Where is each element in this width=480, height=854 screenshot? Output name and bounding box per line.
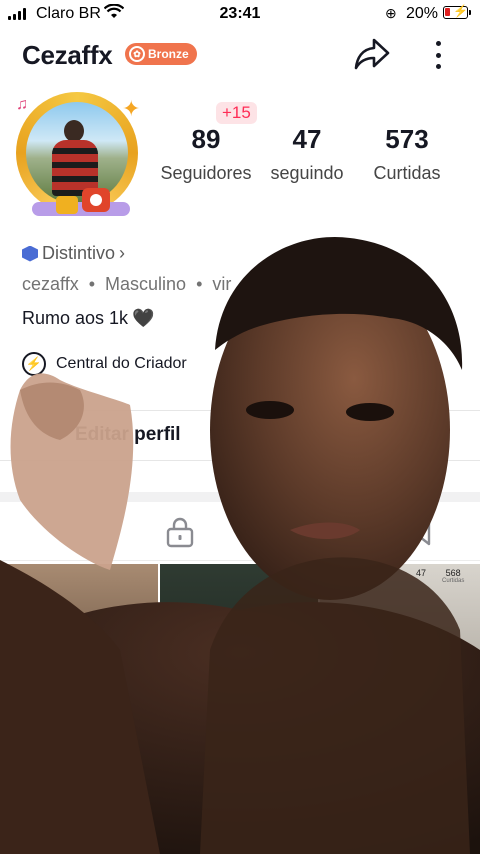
- drafts-tile[interactable]: Rasc 1: [0, 564, 158, 714]
- likes-stat[interactable]: 573 Curtidas: [352, 124, 462, 184]
- private-videos-tab-lock-icon[interactable]: [164, 516, 196, 548]
- bio-text: Rumo aos 1k: [22, 308, 129, 328]
- bio-emoji: 🖤: [132, 308, 155, 328]
- more-options-icon[interactable]: [424, 38, 452, 72]
- profile-meta: cezaffx • Masculino • vir: [22, 274, 232, 294]
- tab-bar-border: [0, 560, 480, 561]
- creator-center-label: Central do Criador: [56, 355, 187, 372]
- saved-tab-bookmark-icon[interactable]: [408, 518, 432, 546]
- lightning-icon: ⚡: [22, 352, 46, 376]
- badge-label: Bronze: [148, 47, 189, 61]
- avatar[interactable]: ♫ ✦: [12, 90, 152, 220]
- following-label: seguindo: [270, 163, 344, 183]
- profile-gender: Masculino: [105, 274, 187, 294]
- video-tile[interactable]: [160, 564, 318, 714]
- followers-stat[interactable]: 89 Seguidores: [151, 124, 261, 184]
- gift-icon: [56, 196, 78, 214]
- drafts-icon: [62, 633, 96, 665]
- battery-percent: 20%: [406, 5, 439, 22]
- music-note-icon: ♫: [16, 96, 28, 113]
- followers-label: Seguidores: [160, 163, 252, 183]
- video-tile[interactable]: 47 568 Curtidas: [320, 564, 480, 714]
- divider: [58, 410, 480, 411]
- star-icon: ✦: [122, 96, 141, 121]
- likes-count: 573: [385, 124, 429, 154]
- video-thumbnail-stats: 47 568 Curtidas: [416, 568, 464, 584]
- level-badge[interactable]: ✿ Bronze: [125, 43, 197, 65]
- chevron-right-icon: ›: [119, 243, 126, 263]
- badge-link-label: Distintivo: [42, 243, 116, 263]
- profile-username: Cezaffx: [22, 40, 113, 70]
- following-count: 47: [292, 124, 322, 154]
- profile-bio: Rumo aos 1k 🖤: [22, 308, 154, 329]
- status-bar: Claro BR 23:41 ⊕ 20% ⚡: [0, 0, 480, 28]
- profile-extra: vir: [212, 274, 232, 294]
- creator-center-link[interactable]: ⚡ Central do Criador: [22, 352, 187, 376]
- section-separator: [0, 492, 480, 502]
- edit-profile-button[interactable]: Editar perfil: [75, 424, 181, 446]
- followers-count: 89: [191, 124, 221, 154]
- mini-stat-label: Curtidas: [442, 578, 465, 584]
- new-followers-badge: +15: [216, 102, 257, 124]
- profile-handle: cezaffx: [22, 274, 79, 294]
- avatar-frame: [16, 92, 138, 214]
- drafts-label: Rasc: [32, 680, 71, 697]
- avatar-photo: [26, 102, 128, 204]
- likes-label: Curtidas: [373, 163, 441, 183]
- camera-icon: [82, 188, 110, 212]
- badge-link[interactable]: Distintivo ›: [22, 243, 125, 264]
- mini-stat-value: 568: [445, 568, 461, 578]
- share-profile-icon[interactable]: [352, 34, 392, 74]
- divider: [0, 460, 480, 461]
- drafts-count: 1: [38, 702, 44, 713]
- hexagon-badge-icon: [22, 245, 38, 262]
- battery-icon: ⚡: [443, 4, 468, 19]
- rotation-lock-icon: ⊕: [385, 5, 397, 21]
- mini-stat-value: 47: [416, 568, 427, 578]
- avatar-ribbon: [32, 202, 130, 216]
- following-stat[interactable]: 47 seguindo: [252, 124, 362, 184]
- badge-coin-icon: ✿: [129, 46, 145, 62]
